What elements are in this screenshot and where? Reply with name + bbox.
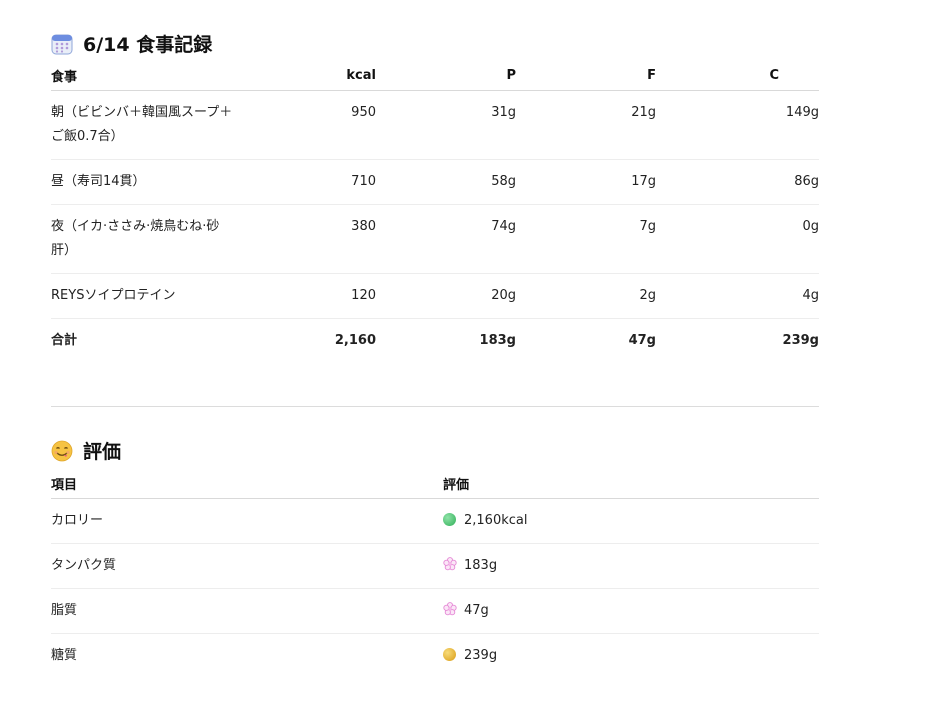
white-flower-icon bbox=[443, 601, 457, 616]
meal-c: 149g bbox=[656, 90, 819, 160]
meal-table-header: 食事 kcal P F C bbox=[51, 60, 819, 91]
total-label: 合計 bbox=[51, 333, 78, 348]
meal-c: 0g bbox=[656, 204, 819, 274]
eval-value: 47g bbox=[464, 603, 489, 618]
meal-p: 74g bbox=[376, 204, 516, 274]
eval-table: 項目 評価 カロリー 2,160kcal タンパク質 183g 脂質 47g 糖… bbox=[51, 468, 819, 679]
eval-value: 2,160kcal bbox=[464, 513, 528, 528]
meal-kcal: 380 bbox=[241, 204, 376, 274]
meal-kcal: 710 bbox=[241, 159, 376, 205]
eval-section-title: 評価 bbox=[83, 441, 122, 463]
table-row: 糖質 239g bbox=[51, 634, 819, 679]
total-row: 合計 2,160 183g 47g 239g bbox=[51, 319, 819, 364]
eval-value-cell: 47g bbox=[443, 588, 819, 634]
meal-f: 17g bbox=[516, 159, 656, 205]
table-row: REYSソイプロテイン 120 20g 2g 4g bbox=[51, 273, 819, 319]
meal-c: 86g bbox=[656, 159, 819, 205]
eval-item: 脂質 bbox=[51, 588, 443, 634]
col-header-item: 項目 bbox=[51, 468, 443, 499]
meal-p: 31g bbox=[376, 90, 516, 160]
table-row: 朝（ビビンバ＋韓国風スープ＋ご飯0.7合） 950 31g 21g 149g bbox=[51, 90, 819, 160]
meal-section-title: 6/14 食事記録 bbox=[83, 34, 213, 56]
yellow-circle-icon bbox=[443, 648, 456, 661]
table-row: 脂質 47g bbox=[51, 588, 819, 634]
calendar-icon bbox=[51, 33, 73, 55]
meal-table: 食事 kcal P F C 朝（ビビンバ＋韓国風スープ＋ご飯0.7合） 950 … bbox=[51, 60, 819, 364]
eval-value-cell: 239g bbox=[443, 634, 819, 679]
table-row: 夜（イカ·ささみ·焼鳥むね·砂肝） 380 74g 7g 0g bbox=[51, 204, 819, 274]
col-header-evaluation: 評価 bbox=[443, 468, 819, 499]
col-header-p: P bbox=[376, 60, 516, 91]
table-row: カロリー 2,160kcal bbox=[51, 498, 819, 544]
meal-name: 夜（イカ·ささみ·焼鳥むね·砂肝） bbox=[51, 204, 241, 274]
total-kcal: 2,160 bbox=[334, 333, 376, 348]
eval-item: カロリー bbox=[51, 498, 443, 544]
meal-name: 朝（ビビンバ＋韓国風スープ＋ご飯0.7合） bbox=[51, 90, 241, 160]
table-row: タンパク質 183g bbox=[51, 543, 819, 589]
col-header-c: C bbox=[656, 60, 819, 91]
eval-section-heading: 評価 bbox=[51, 437, 121, 464]
meal-kcal: 120 bbox=[241, 273, 376, 319]
meal-p: 20g bbox=[376, 273, 516, 319]
eval-value-cell: 2,160kcal bbox=[443, 498, 819, 544]
col-header-meal: 食事 bbox=[51, 60, 241, 91]
eval-value: 183g bbox=[464, 558, 498, 573]
white-flower-icon bbox=[443, 556, 457, 571]
meal-p: 58g bbox=[376, 159, 516, 205]
eval-item: 糖質 bbox=[51, 648, 78, 663]
face-savoring-icon bbox=[51, 440, 73, 462]
meal-name: REYSソイプロテイン bbox=[51, 273, 241, 319]
total-f: 47g bbox=[628, 333, 656, 348]
green-circle-icon bbox=[443, 513, 456, 526]
eval-value-cell: 183g bbox=[443, 543, 819, 589]
meal-name: 昼（寿司14貫） bbox=[51, 159, 241, 205]
eval-item: タンパク質 bbox=[51, 543, 443, 589]
meal-kcal: 950 bbox=[241, 90, 376, 160]
section-divider bbox=[51, 406, 819, 407]
col-header-kcal: kcal bbox=[241, 60, 376, 91]
table-row: 昼（寿司14貫） 710 58g 17g 86g bbox=[51, 159, 819, 205]
total-p: 183g bbox=[479, 333, 516, 348]
meal-c: 4g bbox=[656, 273, 819, 319]
total-c: 239g bbox=[782, 333, 819, 348]
meal-f: 21g bbox=[516, 90, 656, 160]
eval-table-header: 項目 評価 bbox=[51, 468, 819, 499]
eval-value: 239g bbox=[464, 648, 498, 663]
meal-f: 7g bbox=[516, 204, 656, 274]
col-header-f: F bbox=[516, 60, 656, 91]
meal-section-heading: 6/14 食事記録 bbox=[51, 30, 212, 57]
meal-f: 2g bbox=[516, 273, 656, 319]
